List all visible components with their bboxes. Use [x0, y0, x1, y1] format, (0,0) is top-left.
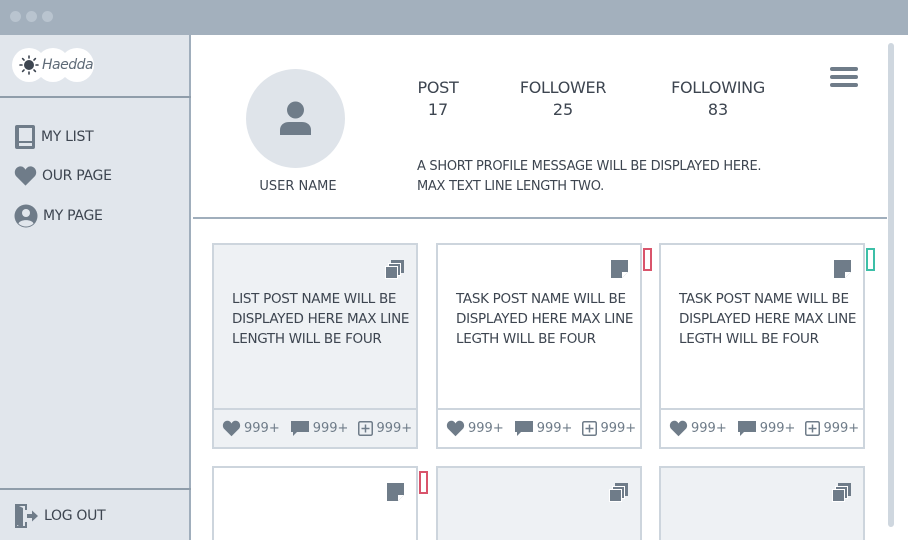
card-footer: 999+ 999+ 999+ — [438, 408, 640, 447]
add-count: 999+ — [823, 421, 860, 436]
comment-bubble-icon — [290, 421, 309, 436]
sidebar: Haedda MY LIST OUR PAGE MY PAGE LOG OUT — [0, 35, 191, 540]
hamburger-icon-bar — [830, 67, 858, 71]
card-type-icon — [609, 483, 628, 506]
logout-button[interactable]: LOG OUT — [14, 503, 106, 529]
multiple-pages-icon — [832, 483, 851, 502]
window-close-dot[interactable] — [10, 11, 21, 22]
task-post-card[interactable]: TASK POST NAME WILL BE DISPLAYED HERE MA… — [659, 243, 865, 449]
profile-message: A SHORT PROFILE MESSAGE WILL BE DISPLAYE… — [417, 157, 837, 197]
stat-value: 25 — [552, 100, 574, 119]
heart-icon — [14, 166, 37, 186]
window-maximize-dot[interactable] — [42, 11, 53, 22]
stat-follower[interactable]: FOLLOWER 25 — [515, 78, 611, 119]
stat-label: POST — [417, 78, 459, 97]
status-flag-green — [866, 248, 875, 271]
like-heart-icon — [222, 420, 241, 437]
add-box-icon — [805, 421, 821, 436]
sidebar-item-label: MY LIST — [41, 129, 94, 145]
card-title: TASK POST NAME WILL BE DISPLAYED HERE MA… — [679, 291, 857, 347]
like-heart-icon — [669, 420, 688, 437]
sidebar-item-label: MY PAGE — [43, 208, 103, 224]
book-icon — [15, 125, 35, 149]
sidebar-item-my-list[interactable]: MY LIST — [14, 124, 94, 150]
like-button[interactable]: 999+ — [669, 420, 727, 437]
card-title: LIST POST NAME WILL BE DISPLAYED HERE MA… — [232, 291, 410, 347]
stat-label: FOLLOWER — [519, 78, 607, 97]
stat-label: FOLLOWING — [671, 78, 765, 97]
user-circle-icon — [14, 204, 38, 228]
avatar[interactable] — [246, 69, 345, 168]
task-post-card[interactable] — [212, 466, 418, 540]
card-type-icon — [611, 260, 628, 282]
comment-bubble-icon — [514, 421, 533, 436]
sidebar-divider-bottom — [0, 488, 191, 490]
hamburger-icon-bar — [830, 75, 858, 79]
sun-icon — [19, 55, 39, 75]
card-type-icon — [832, 483, 851, 506]
add-button[interactable]: 999+ — [358, 421, 412, 436]
list-post-card[interactable] — [659, 466, 865, 540]
window-titlebar — [0, 0, 908, 35]
logo-text: Haedda — [42, 57, 94, 73]
sidebar-item-label: OUR PAGE — [42, 168, 112, 184]
status-flag-red — [643, 248, 652, 271]
card-type-icon — [387, 483, 404, 505]
like-count: 999+ — [244, 421, 280, 436]
card-type-icon — [385, 260, 404, 283]
add-button[interactable]: 999+ — [582, 421, 636, 436]
status-flag-red — [419, 471, 428, 494]
menu-button[interactable] — [830, 67, 858, 89]
hamburger-icon-bar — [830, 83, 858, 87]
note-page-icon — [387, 483, 404, 501]
comment-button[interactable]: 999+ — [737, 420, 796, 437]
profile-message-line: A SHORT PROFILE MESSAGE WILL BE DISPLAYE… — [417, 159, 762, 174]
stat-post[interactable]: POST 17 — [407, 78, 469, 119]
stat-value: 17 — [427, 100, 449, 119]
card-footer: 999+ 999+ 999+ — [214, 408, 416, 447]
note-page-icon — [611, 260, 628, 278]
sidebar-item-my-page[interactable]: MY PAGE — [14, 203, 103, 229]
list-post-card[interactable]: LIST POST NAME WILL BE DISPLAYED HERE MA… — [212, 243, 418, 449]
sidebar-item-our-page[interactable]: OUR PAGE — [14, 163, 112, 189]
like-heart-icon — [446, 420, 465, 437]
card-title: TASK POST NAME WILL BE DISPLAYED HERE MA… — [456, 291, 634, 347]
like-count: 999+ — [468, 421, 504, 436]
card-type-icon — [834, 260, 851, 282]
card-footer: 999+ 999+ 999+ — [661, 408, 863, 447]
scrollbar[interactable] — [887, 35, 908, 540]
add-count: 999+ — [600, 421, 637, 436]
note-page-icon — [834, 260, 851, 278]
profile-message-line: MAX TEXT LINE LENGTH TWO. — [417, 179, 604, 194]
window-minimize-dot[interactable] — [26, 11, 37, 22]
app-logo[interactable]: Haedda — [12, 48, 94, 82]
profile-username: USER NAME — [259, 179, 337, 194]
add-box-icon — [582, 421, 598, 436]
comment-bubble-icon — [737, 421, 756, 436]
like-button[interactable]: 999+ — [222, 420, 280, 437]
logout-label: LOG OUT — [44, 508, 106, 524]
sidebar-divider-top — [0, 96, 191, 98]
add-count: 999+ — [376, 421, 413, 436]
comment-button[interactable]: 999+ — [514, 420, 573, 437]
logout-door-icon — [15, 504, 38, 528]
like-button[interactable]: 999+ — [446, 420, 504, 437]
add-button[interactable]: 999+ — [805, 421, 859, 436]
comment-count: 999+ — [759, 421, 796, 436]
like-count: 999+ — [691, 421, 727, 436]
scrollbar-thumb[interactable] — [888, 43, 894, 527]
profile-header: USER NAME POST 17 FOLLOWER 25 FOLLOWING … — [193, 35, 887, 219]
add-box-icon — [358, 421, 374, 436]
multiple-pages-icon — [609, 483, 628, 502]
comment-count: 999+ — [536, 421, 573, 436]
task-post-card[interactable]: TASK POST NAME WILL BE DISPLAYED HERE MA… — [436, 243, 642, 449]
user-silhouette-icon — [280, 101, 311, 135]
comment-button[interactable]: 999+ — [290, 420, 349, 437]
comment-count: 999+ — [312, 421, 349, 436]
stat-following[interactable]: FOLLOWING 83 — [665, 78, 771, 119]
list-post-card[interactable] — [436, 466, 642, 540]
multiple-pages-icon — [385, 260, 404, 279]
stat-value: 83 — [707, 100, 729, 119]
